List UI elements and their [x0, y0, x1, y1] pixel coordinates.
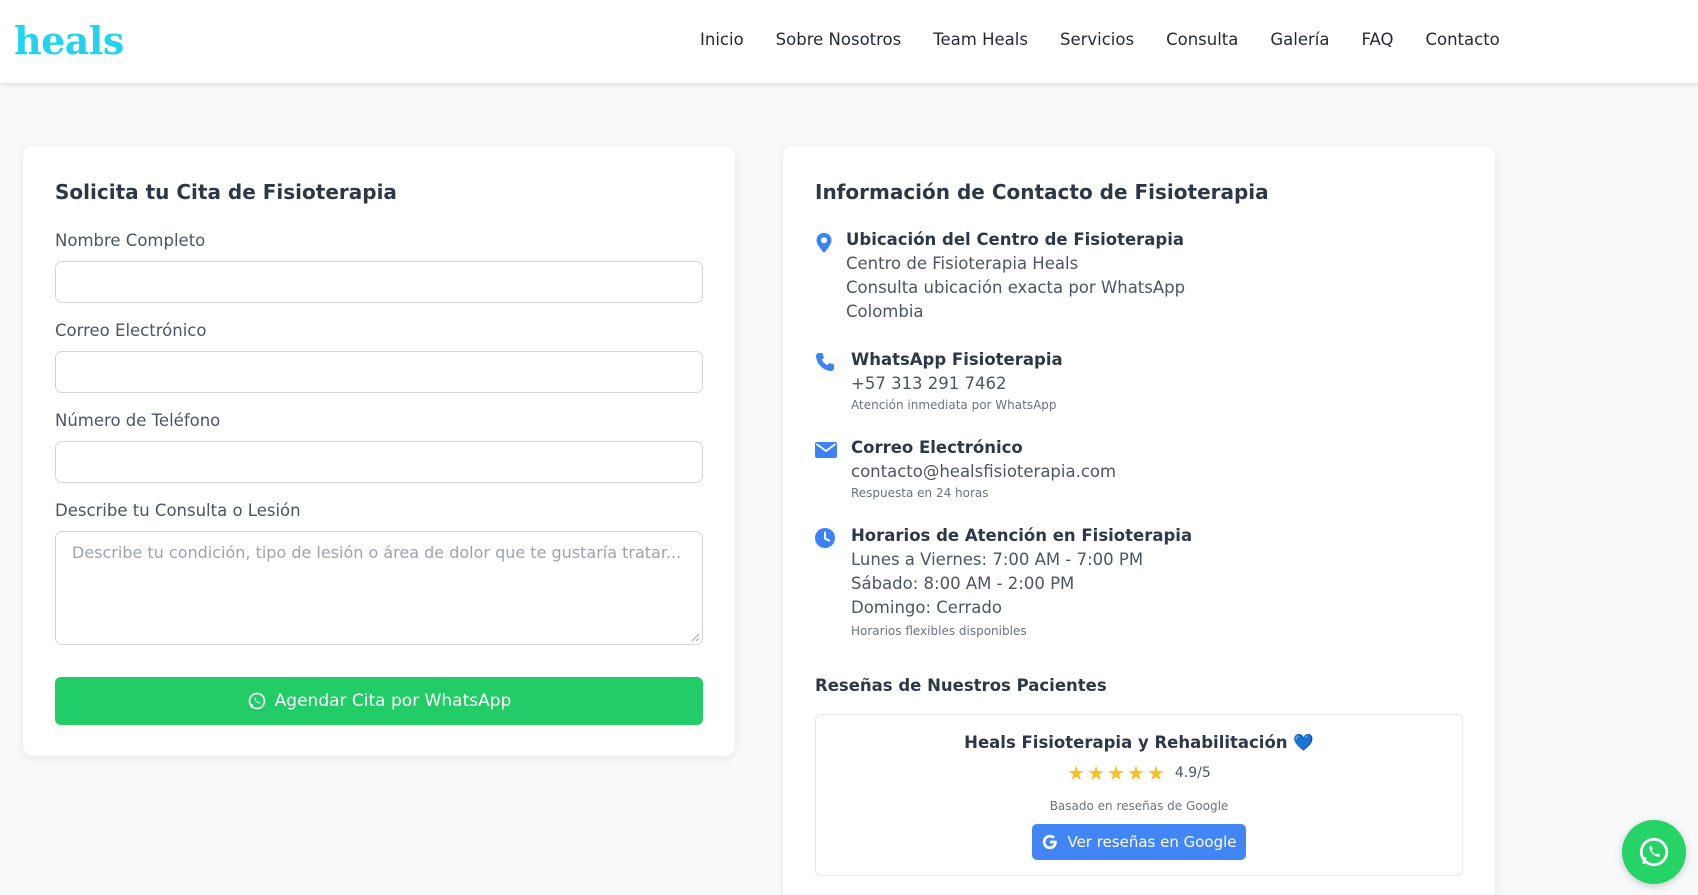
- location-line: Centro de Fisioterapia Heals: [846, 254, 1079, 273]
- nav-contacto[interactable]: Contacto: [1425, 28, 1499, 52]
- hours-note: Horarios flexibles disponibles: [851, 624, 1027, 638]
- review-based-on: Basado en reseñas de Google: [1049, 799, 1229, 813]
- whatsapp-block: WhatsApp Fisioterapia +57 313 291 7462 A…: [815, 350, 1415, 412]
- message-textarea[interactable]: Describe tu condición, tipo de lesión o …: [55, 531, 703, 645]
- email-label: Correo Electrónico: [55, 321, 207, 340]
- resize-grip-icon[interactable]: [690, 632, 700, 642]
- name-input[interactable]: [55, 261, 703, 303]
- logo[interactable]: heals: [14, 18, 124, 63]
- schedule-whatsapp-button[interactable]: Agendar Cita por WhatsApp: [55, 677, 703, 725]
- contact-title: Información de Contacto de Fisioterapia: [815, 180, 1269, 204]
- star-icon: ★: [1146, 761, 1165, 785]
- main-nav: Inicio Sobre Nosotros Team Heals Servici…: [700, 28, 1532, 52]
- envelope-icon: [815, 442, 837, 458]
- site-header: heals Inicio Sobre Nosotros Team Heals S…: [0, 0, 1698, 84]
- location-title: Ubicación del Centro de Fisioterapia: [846, 230, 1185, 249]
- contact-info-card: Información de Contacto de Fisioterapia …: [783, 146, 1495, 895]
- hours-block: Horarios de Atención en Fisioterapia Lun…: [815, 526, 1415, 638]
- location-block: Ubicación del Centro de Fisioterapia Cen…: [815, 230, 1415, 321]
- location-line: Consulta ubicación exacta por WhatsApp: [846, 278, 1186, 297]
- star-icon: ★: [1127, 761, 1145, 785]
- reviews-title: Reseñas de Nuestros Pacientes: [815, 676, 1107, 695]
- google-icon: [1043, 834, 1058, 850]
- review-business-name: Heals Fisioterapia y Rehabilitación 💙: [816, 733, 1462, 753]
- map-pin-icon: [816, 233, 832, 253]
- star-icon: ★: [1087, 761, 1106, 785]
- message-placeholder: Describe tu condición, tipo de lesión o …: [72, 543, 682, 562]
- nav-team-heals[interactable]: Team Heals: [933, 28, 1028, 52]
- whatsapp-icon: [1639, 837, 1669, 867]
- whatsapp-note: Atención inmediata por WhatsApp: [851, 398, 1057, 412]
- hours-line: Sábado: 8:00 AM - 2:00 PM: [851, 574, 1075, 593]
- schedule-button-label: Agendar Cita por WhatsApp: [274, 691, 512, 711]
- floating-whatsapp-button[interactable]: [1622, 820, 1686, 884]
- nav-sobre-nosotros[interactable]: Sobre Nosotros: [776, 28, 902, 52]
- nav-faq[interactable]: FAQ: [1362, 28, 1394, 52]
- email-note: Respuesta en 24 horas: [851, 486, 989, 500]
- business-name-text: Heals Fisioterapia y Rehabilitación: [964, 733, 1288, 752]
- whatsapp-icon: [248, 692, 266, 710]
- hours-title: Horarios de Atención en Fisioterapia: [851, 526, 1193, 545]
- rating-value: 4.9/5: [1174, 765, 1211, 781]
- whatsapp-phone[interactable]: +57 313 291 7462: [851, 374, 1007, 393]
- phone-icon: [816, 353, 834, 371]
- name-label: Nombre Completo: [55, 231, 206, 250]
- nav-inicio[interactable]: Inicio: [700, 28, 744, 52]
- form-title: Solicita tu Cita de Fisioterapia: [55, 180, 397, 204]
- email-input[interactable]: [55, 351, 703, 393]
- nav-servicios[interactable]: Servicios: [1060, 28, 1134, 52]
- nav-galeria[interactable]: Galería: [1270, 28, 1329, 52]
- nav-consulta[interactable]: Consulta: [1166, 28, 1238, 52]
- hours-line: Lunes a Viernes: 7:00 AM - 7:00 PM: [851, 550, 1144, 569]
- email-block: Correo Electrónico contacto@healsfisiote…: [815, 438, 1415, 500]
- message-label: Describe tu Consulta o Lesión: [55, 501, 301, 520]
- google-review-widget: Heals Fisioterapia y Rehabilitación 💙 ★ …: [815, 714, 1463, 876]
- email-title: Correo Electrónico: [851, 438, 1023, 457]
- star-icon: ★: [1107, 761, 1126, 785]
- phone-input[interactable]: [55, 441, 703, 483]
- whatsapp-title: WhatsApp Fisioterapia: [851, 350, 1063, 369]
- google-reviews-button[interactable]: Ver reseñas en Google: [1032, 824, 1246, 860]
- clock-icon: [815, 528, 835, 548]
- location-line: Colombia: [846, 302, 924, 321]
- phone-label: Número de Teléfono: [55, 411, 221, 430]
- hours-line: Domingo: Cerrado: [851, 598, 1002, 617]
- heart-icon: 💙: [1293, 733, 1314, 752]
- google-button-label: Ver reseñas en Google: [1067, 833, 1237, 851]
- email-address[interactable]: contacto@healsfisioterapia.com: [851, 462, 1116, 481]
- appointment-form-card: Solicita tu Cita de Fisioterapia Nombre …: [23, 146, 735, 756]
- star-icon: ★: [1067, 761, 1086, 785]
- rating-row: ★ ★ ★ ★ ★ 4.9/5: [816, 763, 1462, 783]
